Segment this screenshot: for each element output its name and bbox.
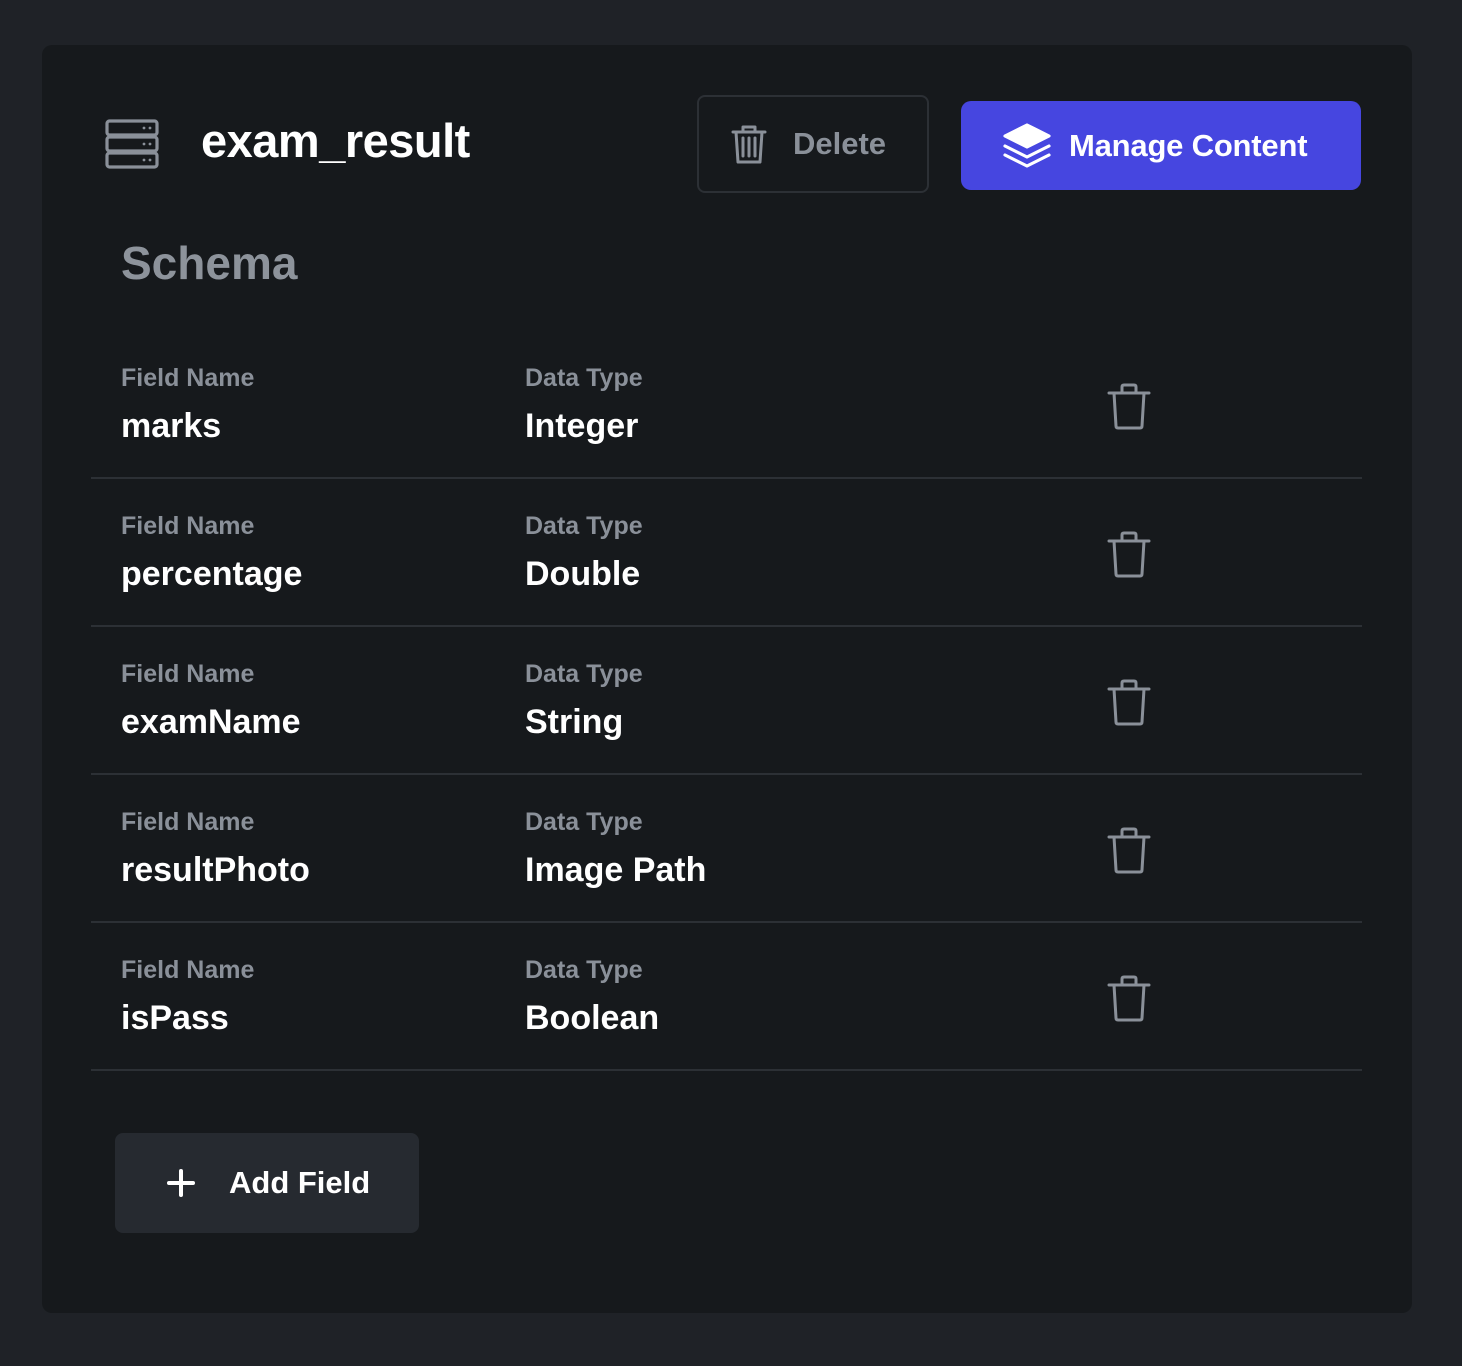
schema-row: Field Name resultPhoto Data Type Image P… (91, 775, 1362, 923)
trash-icon (1107, 827, 1151, 874)
field-name-label: Field Name (121, 956, 255, 984)
schema-row: Field Name marks Data Type Integer (91, 331, 1362, 479)
data-type-label: Data Type (525, 956, 643, 984)
field-name-label: Field Name (121, 364, 255, 392)
schema-row: Field Name examName Data Type String (91, 627, 1362, 775)
data-type-label: Data Type (525, 512, 643, 540)
delete-field-button[interactable] (1105, 379, 1153, 433)
manage-content-button[interactable]: Manage Content (961, 101, 1361, 190)
field-name-label: Field Name (121, 512, 255, 540)
data-type-value: Image Path (525, 851, 707, 889)
layers-icon (1001, 121, 1053, 171)
data-type-value: Boolean (525, 999, 660, 1037)
field-name-value: isPass (121, 999, 229, 1037)
server-stack-icon (104, 118, 160, 170)
plus-icon (165, 1167, 197, 1199)
schema-row: Field Name isPass Data Type Boolean (91, 923, 1362, 1071)
trash-icon (1107, 383, 1151, 430)
manage-content-label: Manage Content (1069, 127, 1308, 163)
trash-icon (1107, 975, 1151, 1022)
field-name-value: percentage (121, 555, 303, 593)
data-type-label: Data Type (525, 660, 643, 688)
field-name-value: examName (121, 703, 301, 741)
delete-label: Delete (793, 126, 887, 161)
delete-field-button[interactable] (1105, 675, 1153, 729)
field-name-label: Field Name (121, 808, 255, 836)
schema-heading: Schema (121, 237, 298, 289)
collection-title: exam_result (201, 114, 470, 167)
trash-icon (729, 122, 769, 166)
add-field-label: Add Field (229, 1165, 371, 1200)
schema-field-list: Field Name marks Data Type Integer Field… (91, 331, 1362, 1071)
collection-panel: exam_result Delete Manage Content Schema (42, 45, 1412, 1313)
delete-field-button[interactable] (1105, 971, 1153, 1025)
data-type-value: String (525, 703, 624, 741)
delete-field-button[interactable] (1105, 527, 1153, 581)
field-name-value: marks (121, 407, 222, 445)
trash-icon (1107, 679, 1151, 726)
field-name-label: Field Name (121, 660, 255, 688)
trash-icon (1107, 531, 1151, 578)
delete-field-button[interactable] (1105, 823, 1153, 877)
data-type-value: Integer (525, 407, 639, 445)
schema-row: Field Name percentage Data Type Double (91, 479, 1362, 627)
delete-collection-button[interactable]: Delete (697, 95, 929, 193)
field-name-value: resultPhoto (121, 851, 310, 889)
data-type-value: Double (525, 555, 641, 593)
add-field-button[interactable]: Add Field (115, 1133, 419, 1233)
data-type-label: Data Type (525, 808, 643, 836)
data-type-label: Data Type (525, 364, 643, 392)
